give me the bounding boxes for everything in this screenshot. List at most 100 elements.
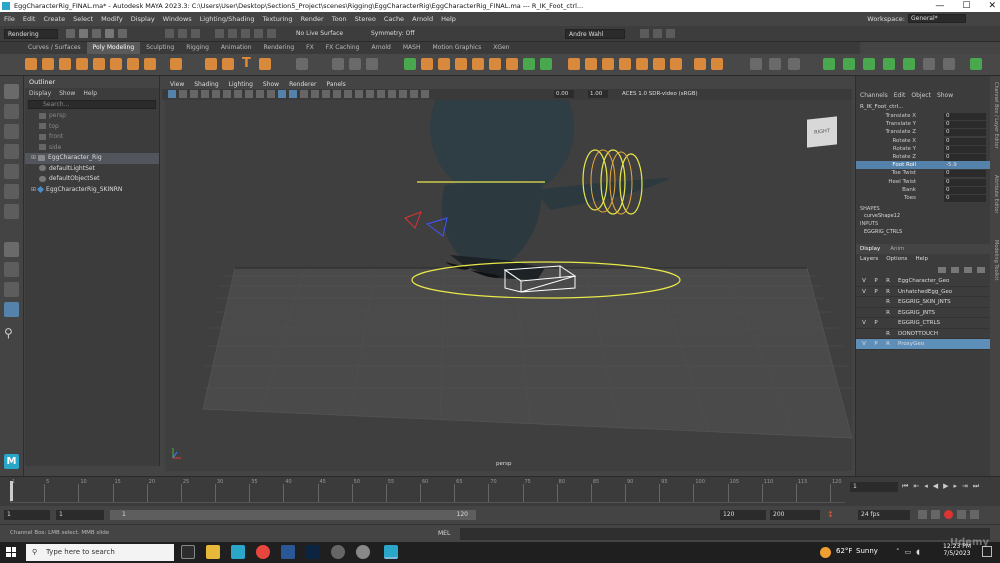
viewcube[interactable]: RIGHT	[807, 116, 837, 148]
time-slider[interactable]: 1 5 10 15 20 25 30 35 40 45 50 55 60 65 70 75 80 85 90 95 10…	[0, 476, 1000, 506]
four-pane-icon[interactable]	[4, 262, 19, 277]
layer-tab-anim[interactable]: Anim	[890, 246, 904, 252]
channel-value[interactable]: 0	[944, 129, 986, 137]
graph-editor-icon[interactable]	[943, 58, 955, 70]
play-backward-icon[interactable]: ◀	[933, 482, 938, 491]
merge-icon[interactable]	[489, 58, 501, 70]
ipr-render-icon[interactable]	[653, 29, 662, 38]
shelf-tab-fx-caching[interactable]: FX Caching	[320, 42, 366, 54]
select-object-icon[interactable]	[178, 29, 187, 38]
search-icon[interactable]: ⚲	[4, 326, 19, 341]
app-icon[interactable]	[331, 545, 345, 559]
bridge-icon[interactable]	[455, 58, 467, 70]
channel-value[interactable]: 0	[944, 194, 986, 202]
menu-stereo[interactable]: Stereo	[355, 15, 376, 23]
open-scene-icon[interactable]	[79, 29, 88, 38]
layout-uv-icon[interactable]	[670, 58, 682, 70]
poly-cube-icon[interactable]	[42, 58, 54, 70]
cb-menu-edit[interactable]: Edit	[894, 92, 906, 99]
sew-uv-icon[interactable]	[636, 58, 648, 70]
file-explorer-icon[interactable]	[206, 545, 220, 559]
layer-reference-toggle[interactable]: R	[884, 276, 892, 287]
center-pivot-icon[interactable]	[694, 58, 706, 70]
gamma-field[interactable]: 1.00	[588, 90, 608, 98]
side-tab-modeling-toolkit[interactable]: Modeling Toolkit	[991, 240, 999, 300]
new-scene-icon[interactable]	[66, 29, 75, 38]
bevel-icon[interactable]	[438, 58, 450, 70]
photoshop-icon[interactable]	[306, 545, 320, 559]
input-node[interactable]: EGGRIG_CTRLS	[856, 228, 990, 236]
poly-cylinder-icon[interactable]	[59, 58, 71, 70]
shelf-tab-mash[interactable]: MASH	[397, 42, 427, 54]
channel-value[interactable]: 0	[944, 178, 986, 186]
current-frame-field[interactable]: 1	[850, 482, 898, 492]
ambient-occlusion-icon[interactable]	[344, 90, 352, 98]
lattice-icon[interactable]	[788, 58, 800, 70]
menu-help[interactable]: Help	[441, 15, 456, 23]
start-time-field[interactable]: 1	[4, 510, 50, 520]
poly-torus-icon[interactable]	[93, 58, 105, 70]
live-surface-field[interactable]: No Live Surface	[293, 29, 355, 39]
shelf-tab-fx[interactable]: FX	[300, 42, 320, 54]
extrude-icon[interactable]	[421, 58, 433, 70]
menu-edit[interactable]: Edit	[23, 15, 36, 23]
uv-editor-icon[interactable]	[568, 58, 580, 70]
outliner-item[interactable]: ⊞ EggCharacterRig_SKINRN	[25, 185, 159, 196]
xray-icon[interactable]	[399, 90, 407, 98]
menu-modify[interactable]: Modify	[101, 15, 123, 23]
layer-visible-toggle[interactable]: V	[860, 276, 868, 287]
clock-date[interactable]: 7/5/2023	[940, 550, 974, 557]
snap-view-icon[interactable]	[254, 29, 263, 38]
cb-menu-show[interactable]: Show	[937, 92, 953, 99]
image-plane-icon[interactable]	[201, 90, 209, 98]
combine-icon[interactable]	[332, 58, 344, 70]
sweep-mesh-icon[interactable]	[205, 58, 217, 70]
mirror-icon[interactable]	[366, 58, 378, 70]
side-tab-attribute-editor[interactable]: Attribute Editor	[991, 175, 999, 235]
key-icon[interactable]	[931, 510, 940, 519]
menu-windows[interactable]: Windows	[163, 15, 192, 23]
layer-row[interactable]: R EGGRIG_SKIN_JNTS	[856, 297, 990, 308]
lasso-tool-icon[interactable]	[4, 104, 19, 119]
layer-reference-toggle[interactable]: R	[884, 287, 892, 298]
viewport-menu-show[interactable]: Show	[263, 81, 279, 88]
outliner-item[interactable]: front	[25, 132, 159, 143]
outliner-item[interactable]: side	[25, 143, 159, 154]
two-pane-icon[interactable]	[4, 282, 19, 297]
menuset-dropdown[interactable]: Rendering	[4, 29, 58, 39]
isolate-select-icon[interactable]	[388, 90, 396, 98]
render-frame-icon[interactable]	[640, 29, 649, 38]
channel-value[interactable]: 0	[944, 153, 986, 161]
chevron-up-icon[interactable]: ˄	[896, 548, 900, 556]
channel-row[interactable]: Rotate X 0	[856, 137, 990, 145]
layer-reference-toggle[interactable]: R	[884, 339, 892, 350]
layer-row[interactable]: R DONOTTOUCH	[856, 329, 990, 339]
playback-start-field[interactable]: 1	[56, 510, 104, 520]
channel-value[interactable]: 0	[944, 137, 986, 145]
network-icon[interactable]: ▭	[905, 548, 912, 556]
poly-sphere-icon[interactable]	[25, 58, 37, 70]
rotate-tool-icon[interactable]	[4, 164, 19, 179]
layer-menu-layers[interactable]: Layers	[860, 256, 878, 262]
playback-end-field[interactable]: 120	[720, 510, 766, 520]
layer-reference-toggle[interactable]: R	[884, 308, 892, 319]
colorspace-dropdown[interactable]: ACES 1.0 SDR-video (sRGB)	[620, 90, 722, 98]
shelf-tab-poly-modeling[interactable]: Poly Modeling	[86, 42, 141, 54]
snap-grid-icon[interactable]	[215, 29, 224, 38]
layer-menu-options[interactable]: Options	[886, 256, 907, 262]
go-to-end-icon[interactable]: ⏭	[973, 482, 979, 491]
script-language-toggle[interactable]: MEL	[438, 530, 450, 537]
smooth-mesh-icon[interactable]	[296, 58, 308, 70]
bend-icon[interactable]	[769, 58, 781, 70]
channel-row[interactable]: Rotate Z 0	[856, 153, 990, 161]
viewport-3d[interactable]: RIGHT persp	[165, 100, 852, 471]
poly-cone-icon[interactable]	[76, 58, 88, 70]
shelf-tab-curves[interactable]: Curves / Surfaces	[22, 42, 87, 54]
last-tool-icon[interactable]	[4, 204, 19, 219]
layer-row[interactable]: V P R ProxyGeo	[856, 339, 990, 350]
menu-texturing[interactable]: Texturing	[263, 15, 293, 23]
channel-row[interactable]: Translate X 0	[856, 112, 990, 120]
viewport-menu-view[interactable]: View	[170, 81, 184, 88]
layer-reference-toggle[interactable]: R	[884, 297, 892, 308]
render-settings-icon[interactable]	[666, 29, 675, 38]
